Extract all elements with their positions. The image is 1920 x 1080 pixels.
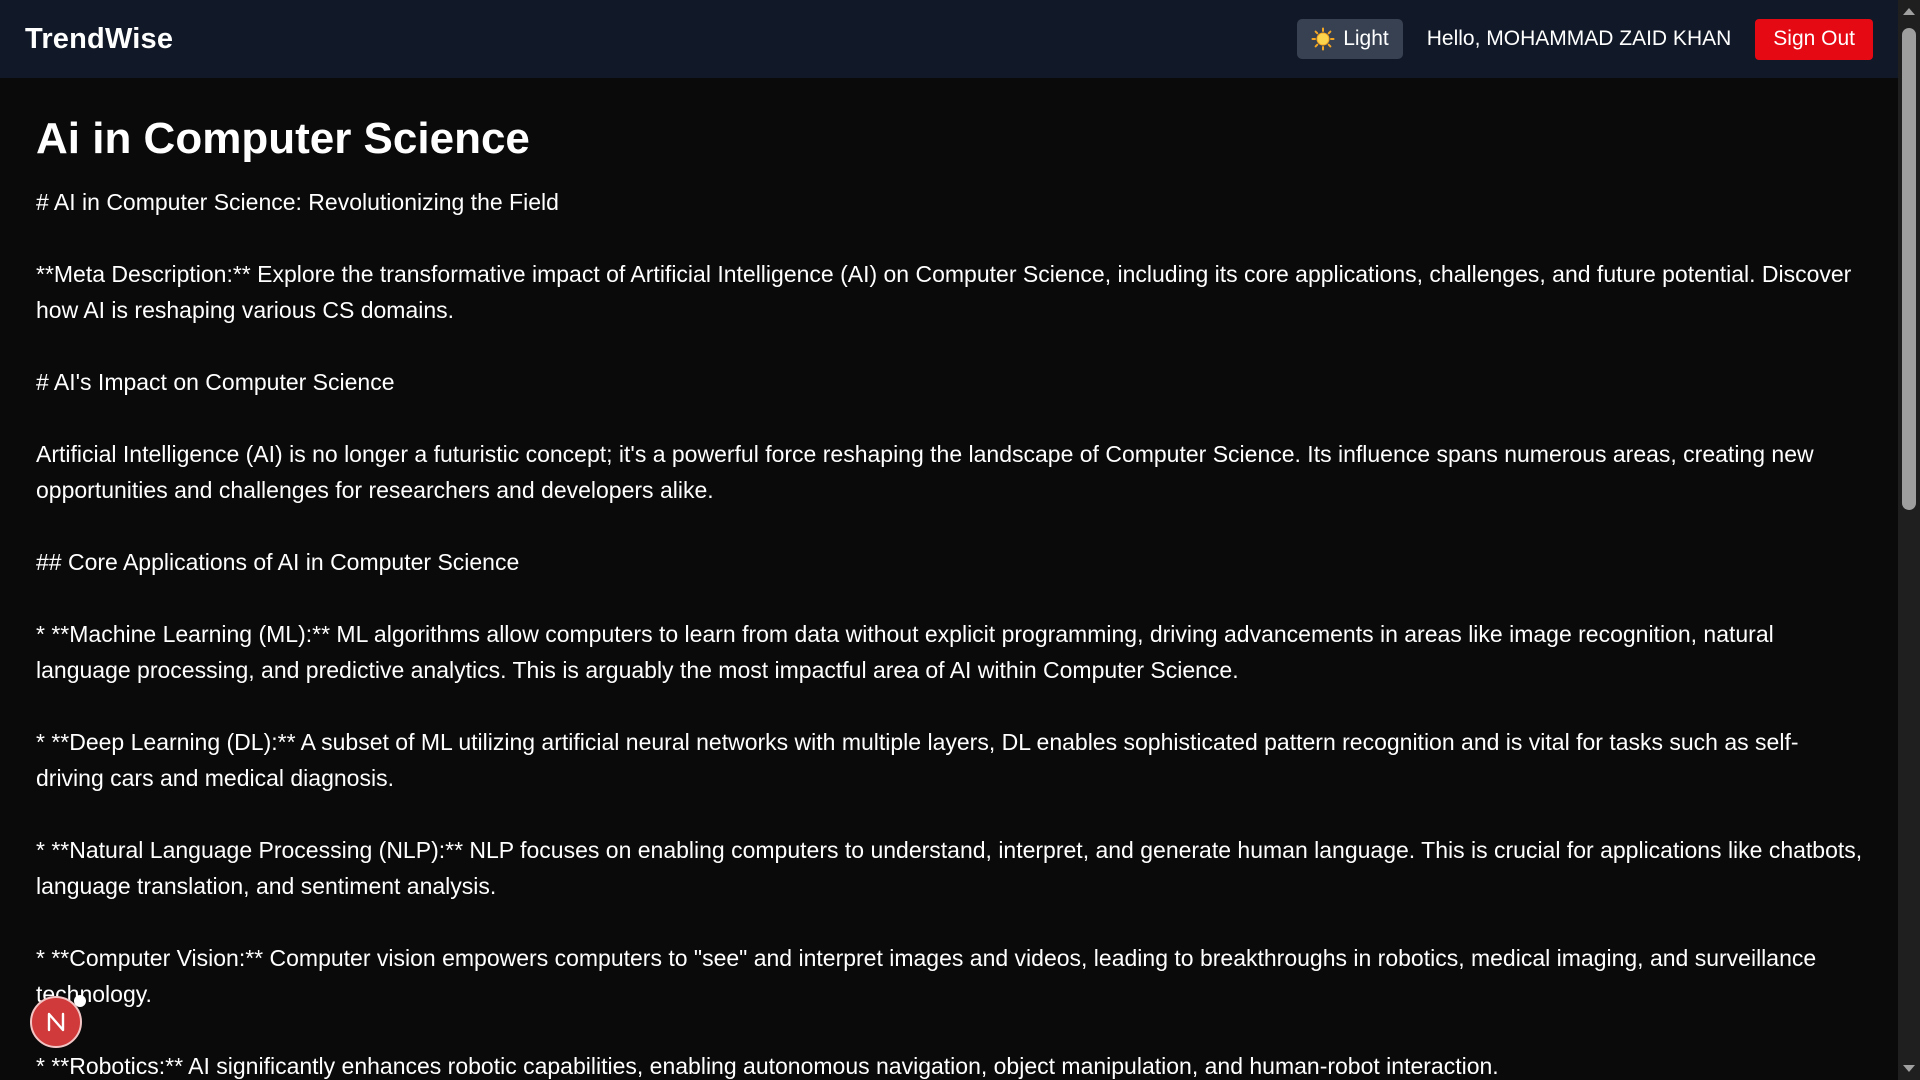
article-paragraph: * **Computer Vision:** Computer vision e…: [36, 945, 1817, 1007]
user-greeting: Hello, MOHAMMAD ZAID KHAN: [1426, 27, 1732, 50]
article-paragraph: * **Natural Language Processing (NLP):**…: [36, 837, 1863, 899]
article-paragraph: * **Machine Learning (ML):** ML algorith…: [36, 621, 1774, 683]
article-paragraph: # AI in Computer Science: Revolutionizin…: [36, 189, 559, 215]
article-paragraph: ## Core Applications of AI in Computer S…: [36, 549, 520, 575]
theme-toggle-label: Light: [1343, 27, 1389, 50]
top-navbar: TrendWise Light Hello, MOHAMMAD ZAID KHA…: [0, 0, 1898, 78]
scroll-down-arrow-icon[interactable]: [1903, 1065, 1915, 1072]
scrollbar-thumb[interactable]: [1902, 28, 1916, 510]
sun-icon: [1311, 27, 1335, 51]
article-paragraph: * **Deep Learning (DL):** A subset of ML…: [36, 729, 1799, 791]
page: TrendWise Light Hello, MOHAMMAD ZAID KHA…: [0, 0, 1920, 1080]
article-paragraph: # AI's Impact on Computer Science: [36, 369, 395, 395]
article-title: Ai in Computer Science: [36, 114, 530, 163]
nextjs-dev-indicator-button[interactable]: [30, 995, 86, 1048]
brand-logo[interactable]: TrendWise: [25, 23, 173, 56]
scroll-up-arrow-icon[interactable]: [1903, 8, 1915, 15]
article-paragraph: Artificial Intelligence (AI) is no longe…: [36, 441, 1814, 503]
theme-toggle-button[interactable]: Light: [1297, 19, 1403, 59]
sign-out-button[interactable]: Sign Out: [1755, 18, 1873, 60]
vertical-scrollbar[interactable]: [1898, 0, 1920, 1080]
article-content: Ai in Computer Science # AI in Computer …: [36, 78, 1866, 1080]
article-body: # AI in Computer Science: Revolutionizin…: [36, 184, 1866, 1080]
article-paragraph: **Meta Description:** Explore the transf…: [36, 261, 1852, 323]
n-logo-icon: [47, 1012, 65, 1032]
navbar-actions: Light Hello, MOHAMMAD ZAID KHAN Sign Out: [1297, 0, 1873, 78]
notification-dot: [74, 995, 86, 1007]
article-paragraph: * **Robotics:** AI significantly enhance…: [36, 1053, 1499, 1079]
